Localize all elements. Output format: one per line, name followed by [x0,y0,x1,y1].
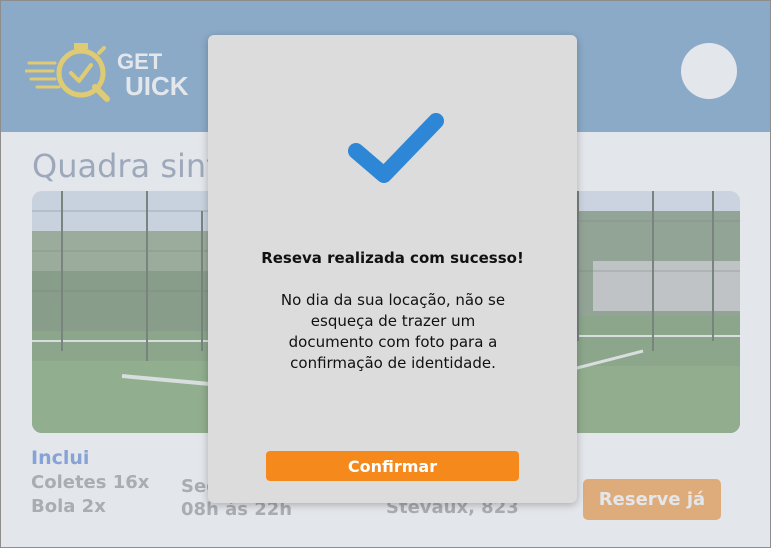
success-modal: Reseva realizada com sucesso! No dia da … [208,35,577,503]
modal-title: Reseva realizada com sucesso! [261,249,524,267]
modal-body-line: confirmação de identidade. [290,354,496,372]
modal-body-line: esqueça de trazer um [310,312,476,330]
page: GET UICK Quadra sintética [0,0,771,548]
confirm-button[interactable]: Confirmar [266,451,519,481]
modal-body-line: documento com foto para a [288,333,498,351]
check-icon [348,113,444,183]
modal-body-line: No dia da sua locação, não se [280,291,506,309]
modal-body: No dia da sua locação, não se esqueça de… [243,290,543,374]
